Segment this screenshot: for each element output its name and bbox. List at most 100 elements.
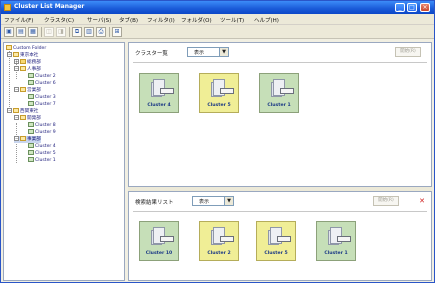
tree-node[interactable]: − 営業部	[14, 87, 41, 94]
cluster-list-title: クラスター覧	[135, 51, 168, 57]
view-select[interactable]: 表示 ▼	[187, 47, 229, 57]
minimize-button[interactable]: _	[395, 3, 405, 12]
app-icon	[4, 4, 11, 11]
cluster-icon	[28, 122, 34, 127]
menu-tab[interactable]: タブ(B)	[119, 16, 138, 24]
status-tag-icon	[280, 88, 294, 94]
toolbar-separator	[109, 27, 110, 37]
close-icon[interactable]: ✕	[417, 196, 427, 206]
folder-open-icon	[13, 108, 19, 113]
cluster-tile[interactable]: Cluster 5	[256, 221, 296, 261]
tree-guide	[16, 123, 17, 163]
status-tag-icon	[160, 236, 174, 242]
folder-open-icon	[20, 66, 26, 71]
tree-leaf[interactable]: Cluster 7	[28, 101, 56, 108]
cluster-list-header: クラスター覧 表示 ▼ 開始(R)	[129, 43, 431, 61]
tree-leaf[interactable]: Cluster 1	[28, 157, 56, 164]
chevron-down-icon[interactable]: ▼	[224, 197, 233, 205]
search-results-pane: 検索結果リスト 表示 ▼ 開始(R) ✕ Cluster 10 Cluster …	[128, 191, 432, 281]
tree-node[interactable]: − 人事部	[14, 66, 41, 73]
tree-leaf[interactable]: Cluster 8	[28, 122, 56, 129]
cluster-tile[interactable]: Cluster 5	[199, 73, 239, 113]
folder-open-icon	[6, 45, 12, 50]
start-button[interactable]: 開始(R)	[373, 196, 399, 206]
menu-folder[interactable]: フォルダ(O)	[181, 16, 212, 24]
status-tag-icon	[160, 88, 174, 94]
print-icon[interactable]: ⎙	[96, 27, 106, 37]
tree-leaf[interactable]: Cluster 2	[28, 73, 56, 80]
title-bar[interactable]: Cluster List Manager _ □ ×	[1, 1, 434, 14]
folder-open-icon	[13, 52, 19, 57]
tree-leaf[interactable]: Cluster 9	[28, 129, 56, 136]
new-icon[interactable]: ▣	[4, 27, 14, 37]
tree-node[interactable]: − 東京本社	[7, 52, 38, 59]
tree-node-selected[interactable]: − 事業部	[14, 136, 41, 143]
cluster-icon	[28, 80, 34, 85]
search-results-title: 検索結果リスト	[135, 200, 174, 206]
collapse-icon[interactable]: −	[14, 87, 19, 92]
toolbar: ▣ ▤ ▦ ◫ ◨ ⧉ ▥ ⎙ ⊞	[1, 25, 434, 39]
paste-icon[interactable]: ▥	[84, 27, 94, 37]
tree-leaf[interactable]: Cluster 5	[28, 150, 56, 157]
tree-node[interactable]: + 総務部	[14, 59, 41, 66]
window-title: Cluster List Manager	[14, 3, 85, 10]
disabled-a-icon[interactable]: ◫	[44, 27, 54, 37]
menu-file[interactable]: ファイル(F)	[4, 16, 33, 24]
tree-root[interactable]: Custom Folder	[6, 45, 46, 52]
menu-cluster[interactable]: クラスタ(C)	[44, 16, 74, 24]
folder-tree: Custom Folder − 東京本社 + 総務部 − 人事部 Cluster 2 …	[3, 42, 125, 281]
tree-leaf[interactable]: Cluster 6	[28, 80, 56, 87]
menu-server[interactable]: サーバ(S)	[87, 16, 111, 24]
tree-leaf[interactable]: Cluster 3	[28, 94, 56, 101]
collapse-icon[interactable]: −	[7, 108, 12, 113]
copy-icon[interactable]: ⧉	[72, 27, 82, 37]
tree-leaf[interactable]: Cluster 4	[28, 143, 56, 150]
cluster-icon	[28, 73, 34, 78]
status-tag-icon	[337, 236, 351, 242]
status-tag-icon	[220, 236, 234, 242]
cluster-tile[interactable]: Cluster 2	[199, 221, 239, 261]
toolbar-separator	[41, 27, 42, 37]
status-tag-icon	[220, 88, 234, 94]
folder-open-icon	[20, 115, 26, 120]
toolbar-separator	[69, 27, 70, 37]
cluster-icon	[28, 129, 34, 134]
close-button[interactable]: ×	[420, 3, 430, 12]
divider-line	[133, 211, 427, 212]
disabled-b-icon[interactable]: ◨	[56, 27, 66, 37]
settings-icon[interactable]: ⊞	[112, 27, 122, 37]
tree-guide	[9, 51, 10, 111]
collapse-icon[interactable]: −	[14, 66, 19, 71]
cluster-tile[interactable]: Cluster 10	[139, 221, 179, 261]
collapse-icon[interactable]: −	[14, 136, 19, 141]
status-tag-icon	[277, 236, 291, 242]
cluster-icon	[28, 157, 34, 162]
menu-help[interactable]: ヘルプ(H)	[254, 16, 279, 24]
divider-line	[133, 62, 427, 63]
menu-filter[interactable]: フィルタ(I)	[147, 16, 175, 24]
menu-tools[interactable]: ツール(T)	[220, 16, 244, 24]
chevron-down-icon[interactable]: ▼	[219, 48, 228, 56]
grid-icon[interactable]: ▦	[28, 27, 38, 37]
cluster-tile[interactable]: Cluster 4	[139, 73, 179, 113]
app-window: Cluster List Manager _ □ × ファイル(F) クラスタ(…	[0, 0, 435, 283]
collapse-icon[interactable]: −	[7, 52, 12, 57]
collapse-icon[interactable]: −	[14, 115, 19, 120]
maximize-button[interactable]: □	[407, 3, 417, 12]
tree-node[interactable]: − 開発部	[14, 115, 41, 122]
cluster-list-pane: クラスター覧 表示 ▼ 開始(R) Cluster 4 Cluster 5 Cl…	[128, 42, 432, 187]
menu-bar: ファイル(F) クラスタ(C) サーバ(S) タブ(B) フィルタ(I) フォル…	[1, 14, 434, 25]
folder-open-icon	[20, 136, 26, 141]
tree-node[interactable]: − 西関東社	[7, 108, 38, 115]
cluster-icon	[28, 150, 34, 155]
view-icon[interactable]: ▤	[16, 27, 26, 37]
view-select[interactable]: 表示 ▼	[192, 196, 234, 206]
cluster-icon	[28, 94, 34, 99]
expand-icon[interactable]: +	[14, 59, 19, 64]
cluster-tile[interactable]: Cluster 1	[316, 221, 356, 261]
start-button[interactable]: 開始(R)	[395, 47, 421, 57]
cluster-tile[interactable]: Cluster 1	[259, 73, 299, 113]
search-results-header: 検索結果リスト 表示 ▼ 開始(R) ✕	[129, 192, 431, 210]
cluster-icon	[28, 143, 34, 148]
cluster-icon	[28, 101, 34, 106]
